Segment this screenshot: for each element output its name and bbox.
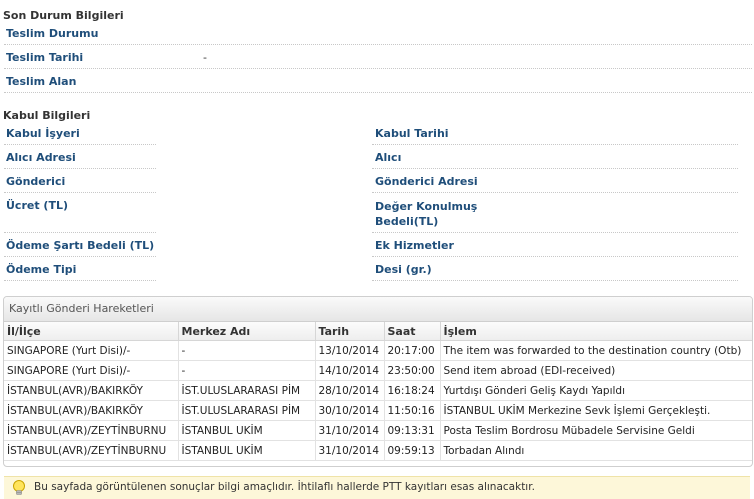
cell-islem: Send item abroad (EDI-received) — [440, 360, 752, 381]
cell-merkez-adi: - — [178, 340, 316, 361]
alici-adresi-label: Alıcı Adresi — [6, 151, 76, 164]
cell-tarih: 31/10/2014 — [315, 440, 385, 461]
divider — [4, 280, 156, 281]
cell-tarih: 31/10/2014 — [315, 420, 385, 441]
cell-merkez-adi: İST.ULUSLARARASI PİM — [178, 380, 316, 401]
col-il-ilce: İl/İlçe — [4, 322, 179, 341]
divider — [372, 280, 738, 281]
divider — [4, 256, 156, 257]
cell-islem: Yurtdışı Gönderi Geliş Kaydı Yapıldı — [440, 380, 752, 401]
cell-merkez-adi: - — [178, 360, 316, 381]
lightbulb-icon — [13, 480, 25, 495]
cell-saat: 20:17:00 — [384, 340, 441, 361]
cell-islem: Torbadan Alındı — [440, 440, 752, 461]
cell-saat: 16:18:24 — [384, 380, 441, 401]
table-row: SINGAPORE (Yurt Disi)/- - 13/10/2014 20:… — [4, 340, 752, 361]
col-saat: Saat — [384, 322, 441, 341]
teslim-tarihi-label: Teslim Tarihi — [6, 51, 84, 64]
cell-saat: 09:59:13 — [384, 440, 441, 461]
teslim-tarihi-value: - — [203, 51, 207, 64]
kabul-title: Kabul Bilgileri — [3, 109, 91, 122]
cell-il-ilce: İSTANBUL(AVR)/ZEYTİNBURNU — [4, 440, 179, 461]
col-merkez-adi: Merkez Adı — [178, 322, 316, 341]
kabul-isyeri-label: Kabul İşyeri — [6, 127, 80, 140]
deger-konulmus-bedeli-label: Değer Konulmuş Bedeli(TL) — [375, 200, 478, 228]
divider — [4, 44, 752, 45]
hareketler-panel: Kayıtlı Gönderi Hareketleri İl/İlçe Merk… — [3, 296, 753, 467]
table-header-row: İl/İlçe Merkez Adı Tarih Saat İşlem — [4, 322, 752, 341]
cell-saat: 09:13:31 — [384, 420, 441, 441]
cell-tarih: 30/10/2014 — [315, 400, 385, 421]
cell-tarih: 14/10/2014 — [315, 360, 385, 381]
odeme-tipi-label: Ödeme Tipi — [6, 263, 77, 276]
info-note: Bu sayfada görüntülenen sonuçlar bilgi a… — [4, 476, 750, 499]
cell-merkez-adi: İST.ULUSLARARASI PİM — [178, 400, 316, 421]
divider — [4, 144, 156, 145]
table-row: İSTANBUL(AVR)/BAKIRKÖY İST.ULUSLARARASI … — [4, 380, 752, 401]
table-row: İSTANBUL(AVR)/BAKIRKÖY İST.ULUSLARARASI … — [4, 400, 752, 421]
divider — [372, 144, 738, 145]
hareketler-panel-title: Kayıtlı Gönderi Hareketleri — [4, 297, 752, 322]
cell-tarih: 28/10/2014 — [315, 380, 385, 401]
divider — [372, 168, 738, 169]
cell-merkez-adi: İSTANBUL UKİM — [178, 440, 316, 461]
teslim-durumu-label: Teslim Durumu — [6, 27, 99, 40]
divider — [4, 168, 156, 169]
odeme-sarti-bedeli-label: Ödeme Şartı Bedeli (TL) — [6, 239, 155, 252]
cell-saat: 23:50:00 — [384, 360, 441, 381]
gonderici-adresi-label: Gönderici Adresi — [375, 175, 478, 188]
ucret-label: Ücret (TL) — [6, 199, 68, 212]
table-row: SINGAPORE (Yurt Disi)/- - 14/10/2014 23:… — [4, 360, 752, 381]
info-note-text: Bu sayfada görüntülenen sonuçlar bilgi a… — [34, 481, 535, 493]
ek-hizmetler-label: Ek Hizmetler — [375, 239, 454, 252]
son-durum-title: Son Durum Bilgileri — [3, 9, 124, 22]
cell-il-ilce: İSTANBUL(AVR)/BAKIRKÖY — [4, 400, 179, 421]
hareketler-table: İl/İlçe Merkez Adı Tarih Saat İşlem SING… — [4, 322, 752, 461]
col-tarih: Tarih — [315, 322, 385, 341]
divider — [4, 232, 156, 233]
divider — [4, 68, 752, 69]
alici-label: Alıcı — [375, 151, 402, 164]
cell-il-ilce: SINGAPORE (Yurt Disi)/- — [4, 360, 179, 381]
desi-label: Desi (gr.) — [375, 263, 432, 276]
cell-tarih: 13/10/2014 — [315, 340, 385, 361]
cell-il-ilce: İSTANBUL(AVR)/BAKIRKÖY — [4, 380, 179, 401]
cell-islem: The item was forwarded to the destinatio… — [440, 340, 752, 361]
divider — [372, 232, 738, 233]
gonderici-label: Gönderici — [6, 175, 66, 188]
teslim-alan-label: Teslim Alan — [6, 75, 77, 88]
divider — [4, 192, 156, 193]
cell-il-ilce: SINGAPORE (Yurt Disi)/- — [4, 340, 179, 361]
cell-merkez-adi: İSTANBUL UKİM — [178, 420, 316, 441]
cell-islem: İSTANBUL UKİM Merkezine Sevk İşlemi Gerç… — [440, 400, 752, 421]
divider — [372, 192, 738, 193]
cell-islem: Posta Teslim Bordrosu Mübadele Servisine… — [440, 420, 752, 441]
kabul-tarihi-label: Kabul Tarihi — [375, 127, 449, 140]
table-row: İSTANBUL(AVR)/ZEYTİNBURNU İSTANBUL UKİM … — [4, 420, 752, 441]
col-islem: İşlem — [440, 322, 752, 341]
divider — [372, 256, 738, 257]
cell-il-ilce: İSTANBUL(AVR)/ZEYTİNBURNU — [4, 420, 179, 441]
divider — [4, 92, 752, 93]
cell-saat: 11:50:16 — [384, 400, 441, 421]
table-row: İSTANBUL(AVR)/ZEYTİNBURNU İSTANBUL UKİM … — [4, 440, 752, 461]
